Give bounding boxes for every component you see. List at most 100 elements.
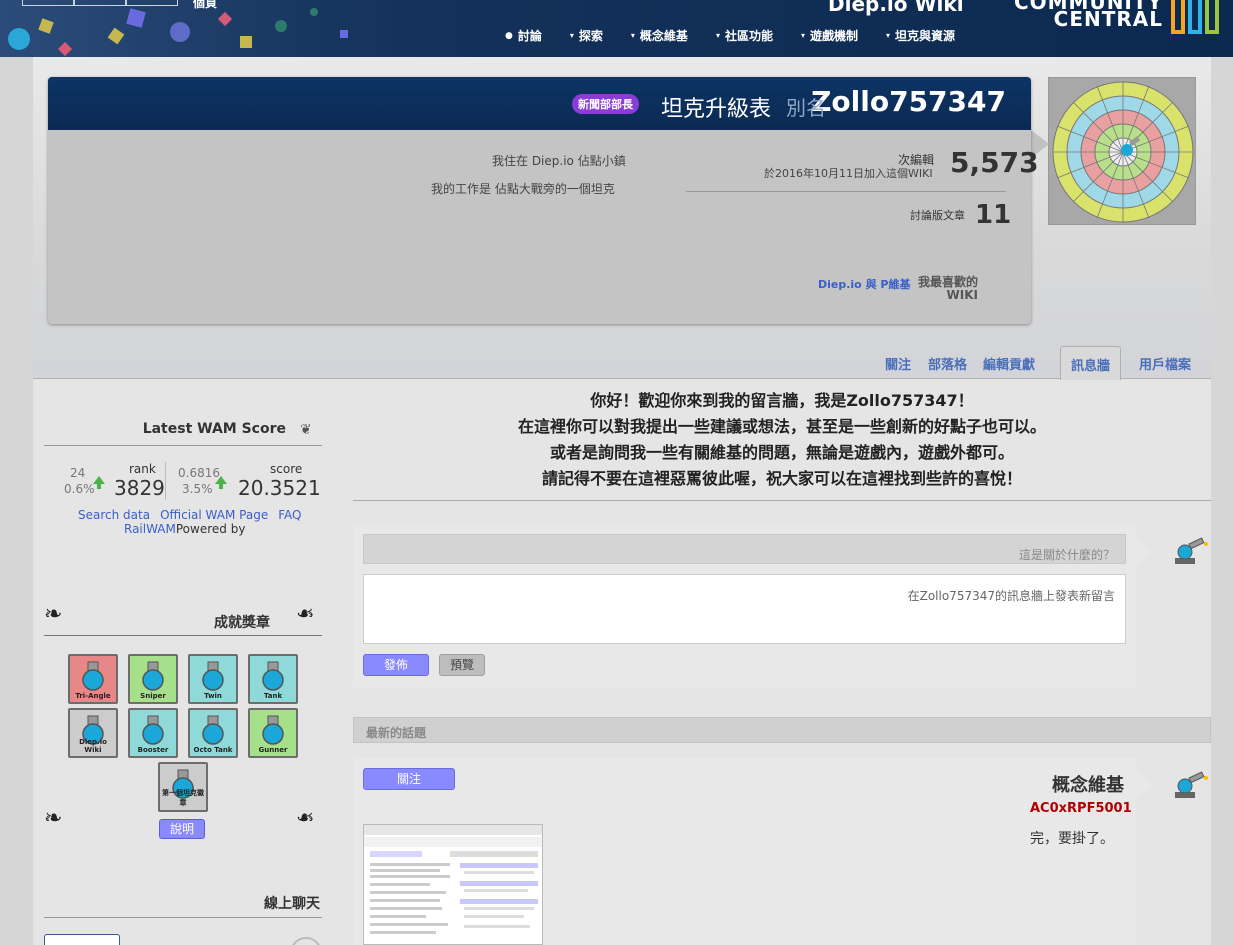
favorite-wiki-link[interactable]: Diep.io 與 P維基	[818, 276, 910, 292]
banner-pentagon-icon	[126, 8, 146, 28]
banner-circle-icon	[275, 20, 287, 32]
chat-join-button[interactable]	[44, 934, 120, 945]
badge-tile[interactable]: Twin	[188, 654, 238, 704]
banner-triangle-icon	[217, 11, 233, 27]
thread-title[interactable]: 概念維基	[1052, 771, 1124, 797]
badges-help-button[interactable]: 說明	[159, 819, 205, 839]
thread-author-avatar-icon[interactable]	[1173, 768, 1211, 802]
ornament-corner-icon: ❧	[44, 602, 63, 627]
badge-tile[interactable]: Gunner	[248, 708, 298, 758]
tab-blog[interactable]: 部落格	[928, 354, 967, 373]
tab-user-profile[interactable]: 用戶檔案	[1139, 354, 1191, 373]
badge-tile[interactable]: Tank	[248, 654, 298, 704]
user-avatar[interactable]	[1048, 77, 1196, 225]
discussion-count[interactable]: 11	[975, 200, 1011, 230]
thread-screenshot-image[interactable]	[363, 824, 543, 945]
preview-button[interactable]: 預覽	[439, 654, 485, 676]
nav-item-label: 社區功能	[724, 29, 773, 43]
favorite-wikis-label: 我最喜歡的 WIKI	[918, 276, 978, 302]
tab-message-wall[interactable]: 訊息牆	[1059, 346, 1121, 380]
badge-tile[interactable]: Diep.io Wiki	[68, 708, 118, 758]
follow-thread-button[interactable]: 關注	[363, 768, 455, 790]
edit-count[interactable]: 5,573	[950, 146, 1039, 179]
banner-square-icon	[340, 30, 348, 38]
tab-contributions[interactable]: 編輯貢獻	[983, 354, 1035, 373]
post-title-input[interactable]: 這是關於什麼的？	[363, 534, 1126, 564]
chevron-down-icon: ▾	[800, 31, 805, 40]
banner-label[interactable]: 個頁	[193, 0, 217, 11]
wam-score-heading: Latest WAM Score	[44, 421, 322, 446]
profile-tabs: 用戶檔案 訊息牆 編輯貢獻 部落格 關注	[33, 346, 1211, 380]
chevron-down-icon: ▾	[569, 31, 574, 40]
badge-label: Twin	[204, 692, 222, 700]
post-pointer	[1136, 538, 1154, 566]
banner-circle-icon	[170, 22, 190, 42]
nav-item-5[interactable]: 討論 ●	[505, 27, 542, 44]
rank-up-arrow-stem	[97, 484, 101, 489]
wiki-name[interactable]: Diep.io Wiki	[828, 0, 964, 16]
user-occupation: 我的工作是 佔點大戰旁的一個坦克	[431, 182, 615, 196]
ornament-corner-icon: ❧	[296, 602, 315, 627]
chat-heading: 線上聊天	[44, 893, 322, 918]
ornament-corner-icon: ❧	[44, 806, 63, 831]
nav-item-4[interactable]: 探索 ▾	[570, 27, 603, 44]
banner-square-icon	[240, 36, 252, 48]
tab-following[interactable]: 關注	[885, 354, 911, 373]
favorite-wikis-label-line: WIKI	[946, 288, 979, 302]
banner-square-icon	[38, 18, 54, 34]
leaf-icon: ❦	[300, 422, 312, 438]
powered-by-prefix: Powered by	[175, 522, 246, 536]
discussion-count-label: 討論版文章	[910, 209, 965, 222]
badge-label: Sniper	[140, 692, 166, 700]
greeting-line: 請記得不要在這裡惡罵彼此喔，祝大家可以在這裡找到些許的喜悅！	[541, 469, 1022, 488]
stats-divider	[686, 191, 1006, 192]
wam-rank-change-percent: 0.6%	[64, 482, 95, 496]
avatar-tank-chart-icon	[1052, 81, 1194, 223]
nav-item-label: 討論	[517, 29, 542, 43]
publish-button[interactable]: 發佈	[363, 654, 429, 676]
badge-label: Gunner	[258, 746, 288, 754]
logo-mark-icon	[1171, 0, 1219, 34]
banner-circle-icon	[310, 8, 318, 16]
nav-item-2[interactable]: 社區功能 ▾	[716, 27, 773, 44]
rank-up-arrow-icon	[93, 476, 105, 484]
score-up-arrow-stem	[219, 484, 223, 489]
wall-greeting: 你好！歡迎你來到我的留言牆，我是Zollo757347！ 在這裡你可以對我提出一…	[353, 388, 1211, 492]
user-title: 坦克升級表	[660, 97, 771, 122]
chevron-down-icon: ▾	[715, 31, 720, 40]
badge-tile[interactable]: Tri-Angle	[68, 654, 118, 704]
thread-author[interactable]: AC0xRPF5001	[1030, 801, 1132, 816]
wam-rank-change: 24	[70, 466, 86, 480]
nav-item-3[interactable]: 概念維基 ▾	[631, 27, 688, 44]
wam-powered-by: RailWAMPowered by	[124, 522, 245, 536]
wam-search-data-link[interactable]: Search data	[78, 508, 150, 522]
badge-label: Octo Tank	[193, 746, 233, 754]
nav-item-label: 坦克與資源	[895, 29, 956, 43]
profile-card-header: Zollo757347 別名 坦克升級表 新聞部部長	[48, 77, 1031, 130]
nav-item-label: 概念維基	[639, 29, 688, 43]
community-central-logo[interactable]: COMMUNITY CENTRAL	[1014, 0, 1219, 40]
nav-item-0[interactable]: 坦克與資源 ▾	[886, 27, 955, 44]
badge-tile[interactable]: 第一個坦克徽章	[158, 762, 208, 812]
badge-tile[interactable]: Booster	[128, 708, 178, 758]
nav-item-1[interactable]: 遊戲機制 ▾	[801, 27, 858, 44]
wam-official-page-link[interactable]: Official WAM Page	[160, 508, 268, 522]
wam-faq-link[interactable]: FAQ	[278, 508, 301, 522]
banner-circle-icon	[8, 28, 30, 50]
wam-divider	[165, 462, 166, 500]
greeting-line: 你好！歡迎你來到我的留言牆，我是Zollo757347！	[590, 391, 974, 410]
recent-threads-header: 最新的話題	[353, 717, 1211, 743]
badge-label: Tank	[263, 692, 283, 700]
current-user-avatar-icon[interactable]	[1173, 534, 1211, 568]
wam-score-value: 20.3521	[238, 476, 321, 500]
railwam-link[interactable]: RailWAM	[124, 522, 176, 536]
discussion-bubble-icon: ●	[505, 30, 513, 41]
greeting-line: 或者是詢問我一些有關維基的問題，無論是遊戲內，遊戲外都可。	[549, 443, 1014, 462]
wam-score-change-percent: 3.5%	[182, 482, 213, 496]
chevron-down-icon: ▾	[886, 31, 891, 40]
badge-tile[interactable]: Sniper	[128, 654, 178, 704]
post-body-input[interactable]: 在Zollo757347的訊息牆上發表新留言	[363, 574, 1126, 644]
top-navigation: 坦克與資源 ▾ 遊戲機制 ▾ 社區功能 ▾ 概念維基 ▾ 探索 ▾ 討論 ●	[505, 27, 955, 44]
greeting-line: 在這裡你可以對我提出一些建議或想法，甚至是一些創新的好點子也可以。	[517, 417, 1046, 436]
badge-tile[interactable]: Octo Tank	[188, 708, 238, 758]
